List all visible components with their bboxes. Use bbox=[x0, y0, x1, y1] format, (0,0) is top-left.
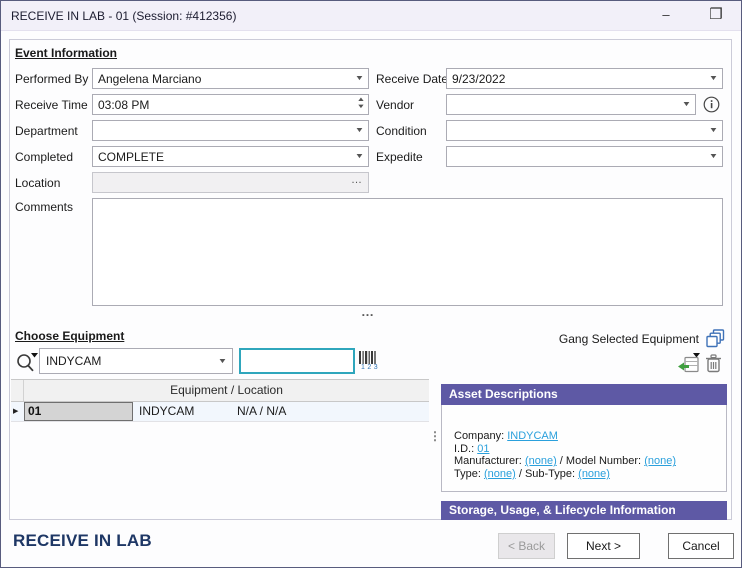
barcode-digits: 123 bbox=[359, 364, 380, 371]
maximize-button[interactable]: ❒ bbox=[701, 4, 731, 28]
equipment-company-cell: INDYCAM bbox=[139, 404, 194, 418]
receive-date-label: Receive Date bbox=[376, 72, 448, 86]
completed-combobox[interactable]: COMPLETE ▼ bbox=[92, 146, 369, 167]
subtype-label: Sub-Type: bbox=[525, 468, 575, 480]
equipment-search-type-value: INDYCAM bbox=[46, 354, 101, 368]
performed-by-combobox[interactable]: Angelena Marciano ▼ bbox=[92, 68, 369, 89]
row-indicator-icon: ▶ bbox=[13, 407, 18, 415]
department-label: Department bbox=[15, 124, 78, 138]
comments-label: Comments bbox=[15, 200, 73, 214]
choose-equipment-heading: Choose Equipment bbox=[15, 329, 124, 343]
chevron-down-icon: ▼ bbox=[218, 358, 228, 365]
gang-copy-stack-icon[interactable] bbox=[706, 329, 725, 348]
condition-combobox[interactable]: ▼ bbox=[446, 120, 723, 141]
row-indicator-column bbox=[11, 380, 24, 401]
asset-type-line: Type: (none) / Sub-Type: (none) bbox=[454, 468, 720, 481]
id-link[interactable]: 01 bbox=[477, 443, 489, 455]
chevron-down-icon: ▼ bbox=[709, 153, 719, 160]
asset-descriptions-panel: Asset Descriptions Company: INDYCAM I.D.… bbox=[441, 384, 727, 520]
barcode-icon: 123 bbox=[359, 351, 380, 371]
footer-wizard-title: RECEIVE IN LAB bbox=[13, 531, 152, 551]
gang-selected-equipment-label: Gang Selected Equipment bbox=[559, 332, 699, 346]
equipment-table: Equipment / Location ▶ 01 INDYCAM N/A / … bbox=[11, 379, 429, 422]
separator: / bbox=[560, 455, 563, 467]
minimize-button[interactable]: – bbox=[651, 4, 681, 28]
chevron-down-icon: ▼ bbox=[355, 153, 365, 160]
expedite-label: Expedite bbox=[376, 150, 423, 164]
manufacturer-link[interactable]: (none) bbox=[525, 455, 557, 467]
import-to-grid-button[interactable] bbox=[677, 353, 701, 374]
chevron-down-icon: ▼ bbox=[709, 127, 719, 134]
equipment-location-cell: N/A / N/A bbox=[237, 404, 286, 418]
cancel-button[interactable]: Cancel bbox=[668, 533, 734, 559]
splitter-dots-icon[interactable]: … bbox=[361, 304, 375, 319]
window-title: RECEIVE IN LAB - 01 (Session: #412356) bbox=[1, 9, 236, 23]
table-row[interactable]: ▶ 01 INDYCAM N/A / N/A bbox=[11, 402, 429, 422]
model-number-label: Model Number: bbox=[566, 455, 641, 467]
comments-textarea[interactable] bbox=[92, 198, 723, 306]
gang-selected-equipment[interactable]: Gang Selected Equipment bbox=[481, 329, 725, 348]
location-field: … bbox=[92, 172, 369, 193]
type-label: Type: bbox=[454, 468, 481, 480]
department-combobox[interactable]: ▼ bbox=[92, 120, 369, 141]
receive-in-lab-dialog: RECEIVE IN LAB - 01 (Session: #412356) –… bbox=[0, 0, 742, 568]
vendor-combobox[interactable]: ▼ bbox=[446, 94, 696, 115]
title-bar: RECEIVE IN LAB - 01 (Session: #412356) –… bbox=[1, 1, 741, 31]
receive-date-combobox[interactable]: 9/23/2022 ▼ bbox=[446, 68, 723, 89]
vertical-splitter-dots-icon[interactable]: ⋮ bbox=[429, 434, 441, 439]
separator: / bbox=[519, 468, 522, 480]
event-information-heading: Event Information bbox=[15, 46, 117, 60]
asset-descriptions-header: Asset Descriptions bbox=[441, 384, 727, 405]
location-browse-button[interactable]: … bbox=[351, 174, 362, 186]
receive-time-label: Receive Time bbox=[15, 98, 88, 112]
delete-trash-icon[interactable] bbox=[705, 354, 722, 373]
receive-time-spinner[interactable]: 03:08 PM ▲▼ bbox=[92, 94, 369, 115]
storage-usage-lifecycle-header: Storage, Usage, & Lifecycle Information bbox=[441, 501, 727, 520]
equipment-location-column-header: Equipment / Location bbox=[24, 380, 429, 401]
type-link[interactable]: (none) bbox=[484, 468, 516, 480]
completed-label: Completed bbox=[15, 150, 73, 164]
chevron-down-icon: ▼ bbox=[355, 127, 365, 134]
chevron-down-icon: ▼ bbox=[355, 75, 365, 82]
asset-manufacturer-line: Manufacturer: (none) / Model Number: (no… bbox=[454, 455, 720, 468]
equipment-table-header: Equipment / Location bbox=[11, 380, 429, 402]
receive-time-value: 03:08 PM bbox=[98, 98, 149, 112]
id-label: I.D.: bbox=[454, 443, 474, 455]
location-label: Location bbox=[15, 176, 60, 190]
asset-company-line: Company: INDYCAM bbox=[454, 430, 720, 443]
chevron-down-icon: ▼ bbox=[709, 75, 719, 82]
vendor-label: Vendor bbox=[376, 98, 414, 112]
spinner-arrows-icon[interactable]: ▲▼ bbox=[358, 97, 364, 111]
manufacturer-label: Manufacturer: bbox=[454, 455, 522, 467]
equipment-id-cell[interactable]: 01 bbox=[24, 402, 133, 421]
model-number-link[interactable]: (none) bbox=[644, 455, 676, 467]
subtype-link[interactable]: (none) bbox=[578, 468, 610, 480]
back-button[interactable]: < Back bbox=[498, 533, 555, 559]
completed-value: COMPLETE bbox=[98, 150, 164, 164]
performed-by-label: Performed By bbox=[15, 72, 88, 86]
company-label: Company: bbox=[454, 430, 504, 442]
condition-label: Condition bbox=[376, 124, 427, 138]
search-icon[interactable] bbox=[14, 350, 40, 374]
next-button[interactable]: Next > bbox=[567, 533, 640, 559]
company-link[interactable]: INDYCAM bbox=[507, 430, 558, 442]
expedite-combobox[interactable]: ▼ bbox=[446, 146, 723, 167]
info-icon[interactable] bbox=[703, 96, 720, 113]
chevron-down-icon: ▼ bbox=[682, 101, 692, 108]
barcode-scan-input[interactable] bbox=[239, 348, 355, 374]
equipment-search-type-combobox[interactable]: INDYCAM ▼ bbox=[39, 348, 233, 374]
performed-by-value: Angelena Marciano bbox=[98, 72, 201, 86]
asset-id-line: I.D.: 01 bbox=[454, 443, 720, 456]
asset-descriptions-body: Company: INDYCAM I.D.: 01 Manufacturer: … bbox=[441, 405, 727, 492]
receive-date-value: 9/23/2022 bbox=[452, 72, 505, 86]
